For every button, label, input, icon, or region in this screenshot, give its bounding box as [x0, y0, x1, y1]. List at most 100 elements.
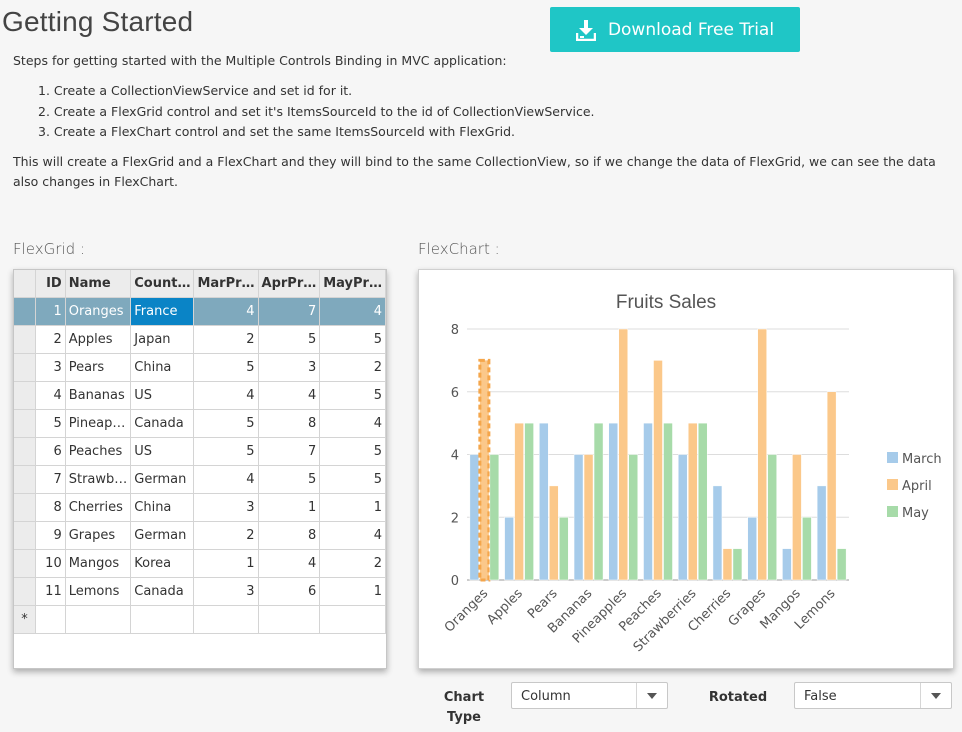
table-row[interactable]: 7 Strawb… German 4 5 5: [14, 465, 386, 494]
new-row-cell[interactable]: [35, 605, 66, 634]
new-row-cell[interactable]: [65, 605, 132, 634]
apr-cell[interactable]: 8: [258, 409, 321, 438]
column-header-may[interactable]: MayPr…: [319, 270, 386, 298]
id-cell[interactable]: 9: [35, 521, 66, 550]
table-row[interactable]: 2 Apples Japan 2 5 5: [14, 325, 386, 354]
id-cell[interactable]: 3: [35, 353, 66, 382]
id-cell[interactable]: 8: [35, 493, 66, 522]
table-row[interactable]: 3 Pears China 5 3 2: [14, 353, 386, 382]
name-cell[interactable]: Mangos: [65, 549, 132, 578]
table-row[interactable]: 10 Mangos Korea 1 4 2: [14, 549, 386, 578]
mar-cell[interactable]: 5: [193, 409, 259, 438]
mar-cell[interactable]: 2: [193, 325, 259, 354]
mar-cell[interactable]: 4: [193, 381, 259, 410]
table-row[interactable]: 8 Cherries China 3 1 1: [14, 493, 386, 522]
mar-cell[interactable]: 3: [193, 493, 259, 522]
mar-cell[interactable]: 4: [193, 297, 259, 326]
mar-cell[interactable]: 2: [193, 521, 259, 550]
country-cell[interactable]: Canada: [130, 409, 195, 438]
country-cell[interactable]: France: [130, 297, 195, 326]
table-row[interactable]: 6 Peaches US 5 7 5: [14, 437, 386, 466]
table-row[interactable]: 5 Pineap… Canada 5 8 4: [14, 409, 386, 438]
country-cell[interactable]: Canada: [130, 577, 195, 606]
may-cell[interactable]: 2: [319, 353, 386, 382]
country-cell[interactable]: Korea: [130, 549, 195, 578]
apr-cell[interactable]: 3: [258, 353, 321, 382]
row-header-cell[interactable]: [14, 381, 36, 410]
column-header-apr[interactable]: AprPr…: [258, 270, 321, 298]
chart-type-dropdown-button[interactable]: [636, 683, 667, 708]
row-header-cell[interactable]: [14, 577, 36, 606]
apr-cell[interactable]: 5: [258, 325, 321, 354]
may-cell[interactable]: 4: [319, 297, 386, 326]
new-row-cell[interactable]: [130, 605, 195, 634]
table-row[interactable]: 11 Lemons Canada 3 6 1: [14, 577, 386, 606]
apr-cell[interactable]: 4: [258, 381, 321, 410]
row-header-cell[interactable]: [14, 493, 36, 522]
apr-cell[interactable]: 7: [258, 297, 321, 326]
id-cell[interactable]: 11: [35, 577, 66, 606]
new-row-cell[interactable]: [319, 605, 386, 634]
may-cell[interactable]: 2: [319, 549, 386, 578]
apr-cell[interactable]: 6: [258, 577, 321, 606]
new-row-cell[interactable]: [193, 605, 259, 634]
mar-cell[interactable]: 4: [193, 465, 259, 494]
apr-cell[interactable]: 7: [258, 437, 321, 466]
name-cell[interactable]: Oranges: [65, 297, 132, 326]
flexchart[interactable]: Fruits Sales 0 2 4 6 8 Oranges Apples Pears Banan…: [418, 269, 954, 669]
column-header-id[interactable]: ID: [35, 270, 66, 298]
may-cell[interactable]: 5: [319, 381, 386, 410]
new-row-marker[interactable]: *: [14, 605, 36, 634]
download-free-trial-button[interactable]: Download Free Trial: [550, 7, 800, 52]
may-cell[interactable]: 1: [319, 493, 386, 522]
row-header-cell[interactable]: [14, 437, 36, 466]
id-cell[interactable]: 2: [35, 325, 66, 354]
may-cell[interactable]: 5: [319, 465, 386, 494]
name-cell[interactable]: Peaches: [65, 437, 132, 466]
column-header-mar[interactable]: MarPr…: [193, 270, 259, 298]
rotated-dropdown-button[interactable]: [920, 683, 951, 708]
mar-cell[interactable]: 5: [193, 353, 259, 382]
apr-cell[interactable]: 4: [258, 549, 321, 578]
country-cell[interactable]: China: [130, 493, 195, 522]
name-cell[interactable]: Bananas: [65, 381, 132, 410]
row-header-cell[interactable]: [14, 409, 36, 438]
id-cell[interactable]: 5: [35, 409, 66, 438]
may-cell[interactable]: 5: [319, 437, 386, 466]
id-cell[interactable]: 10: [35, 549, 66, 578]
rotated-select[interactable]: False: [794, 682, 952, 709]
row-header-cell[interactable]: [14, 521, 36, 550]
new-row[interactable]: *: [14, 605, 386, 634]
name-cell[interactable]: Cherries: [65, 493, 132, 522]
chart-type-select[interactable]: Column: [511, 682, 668, 709]
row-header-cell[interactable]: [14, 549, 36, 578]
country-cell[interactable]: German: [130, 521, 195, 550]
name-cell[interactable]: Lemons: [65, 577, 132, 606]
id-cell[interactable]: 4: [35, 381, 66, 410]
mar-cell[interactable]: 5: [193, 437, 259, 466]
id-cell[interactable]: 6: [35, 437, 66, 466]
name-cell[interactable]: Grapes: [65, 521, 132, 550]
may-cell[interactable]: 4: [319, 409, 386, 438]
country-cell[interactable]: US: [130, 437, 195, 466]
apr-cell[interactable]: 5: [258, 465, 321, 494]
country-cell[interactable]: Japan: [130, 325, 195, 354]
row-header-cell[interactable]: [14, 465, 36, 494]
flexgrid[interactable]: ID Name Count… MarPr… AprPr… MayPr… 1 Ora…: [13, 269, 387, 669]
table-row[interactable]: 9 Grapes German 2 8 4: [14, 521, 386, 550]
may-cell[interactable]: 1: [319, 577, 386, 606]
apr-cell[interactable]: 8: [258, 521, 321, 550]
row-header-cell[interactable]: [14, 353, 36, 382]
may-cell[interactable]: 4: [319, 521, 386, 550]
flexgrid-table[interactable]: ID Name Count… MarPr… AprPr… MayPr… 1 Ora…: [14, 270, 386, 634]
id-cell[interactable]: 7: [35, 465, 66, 494]
column-header-name[interactable]: Name: [65, 270, 132, 298]
column-header-country[interactable]: Count…: [130, 270, 195, 298]
country-cell[interactable]: China: [130, 353, 195, 382]
name-cell[interactable]: Apples: [65, 325, 132, 354]
may-cell[interactable]: 5: [319, 325, 386, 354]
country-cell[interactable]: US: [130, 381, 195, 410]
new-row-cell[interactable]: [258, 605, 321, 634]
row-header-cell[interactable]: [14, 297, 36, 326]
row-header-cell[interactable]: [14, 325, 36, 354]
